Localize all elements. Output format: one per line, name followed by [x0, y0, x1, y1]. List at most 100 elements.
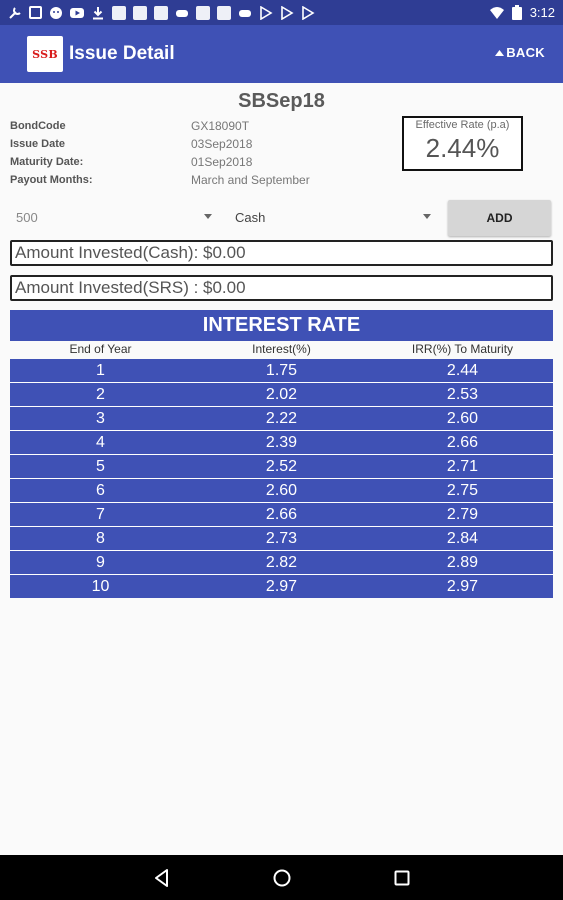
cell-interest: 2.66 — [265, 506, 298, 523]
issue-name: SBSep18 — [238, 90, 325, 112]
detail-row-bondcode: BondCode GX18090T — [10, 117, 390, 135]
back-label: BACK — [506, 45, 545, 60]
interest-rate-table: 1 1.75 2.44 2 2.02 2.53 3 2.22 2.60 4 2.39 2.66 … — [10, 359, 553, 598]
table-row: 1 1.75 2.44 — [10, 359, 553, 383]
column-header-year: End of Year — [69, 342, 132, 356]
status-bar: 3:12 — [0, 0, 563, 25]
detail-row-maturity-date: Maturity Date: 01Sep2018 — [10, 153, 390, 171]
detail-label: Issue Date — [10, 138, 66, 150]
cell-interest: 2.82 — [265, 554, 298, 571]
cell-irr: 2.60 — [446, 410, 479, 427]
cell-irr: 2.97 — [446, 578, 479, 595]
detail-value: 03Sep2018 — [191, 137, 253, 151]
screen: 3:12 SSB Issue Detail BACK SBSep18 BondC… — [0, 0, 563, 900]
amount-dropdown-value: 500 — [16, 209, 38, 225]
table-row: 6 2.60 2.75 — [10, 479, 553, 503]
cell-year: 1 — [96, 362, 105, 379]
thumbnail-icon — [133, 5, 147, 20]
nav-recents-icon[interactable] — [391, 867, 413, 889]
table-column-headers: End of Year Interest(%) IRR(%) To Maturi… — [10, 342, 553, 358]
clock: 3:12 — [529, 5, 555, 20]
nav-back-icon[interactable] — [151, 867, 173, 889]
detail-value: 01Sep2018 — [191, 155, 253, 169]
cell-irr: 2.89 — [446, 554, 479, 571]
cell-year: 7 — [96, 506, 105, 523]
cell-interest: 2.97 — [265, 578, 298, 595]
interest-rate-header: INTEREST RATE — [10, 310, 553, 341]
thumbnail-icon — [217, 5, 231, 20]
navigation-bar — [0, 855, 563, 900]
play-store-icon — [281, 5, 294, 20]
youtube-icon — [70, 7, 84, 18]
column-header-irr: IRR(%) To Maturity — [411, 342, 514, 356]
back-button[interactable]: BACK — [495, 45, 545, 60]
system-status: 3:12 — [489, 5, 555, 20]
effective-rate-value: 2.44% — [425, 133, 500, 163]
cell-interest: 2.73 — [265, 530, 298, 547]
nav-home-icon[interactable] — [271, 867, 293, 889]
cell-year: 2 — [96, 386, 105, 403]
cell-interest: 2.22 — [265, 410, 298, 427]
detail-value: March and September — [191, 173, 310, 187]
issue-details: BondCode GX18090T Issue Date 03Sep2018 M… — [10, 117, 390, 189]
image-icon — [29, 6, 42, 19]
amount-dropdown[interactable]: 500 — [16, 204, 212, 230]
app-logo-text: SSB — [32, 47, 58, 61]
play-store-icon — [302, 5, 315, 20]
cell-irr: 2.84 — [446, 530, 479, 547]
table-row: 2 2.02 2.53 — [10, 383, 553, 407]
cell-year: 6 — [96, 482, 105, 499]
add-button[interactable]: ADD — [448, 200, 551, 236]
download-icon — [93, 6, 103, 19]
detail-label: BondCode — [10, 120, 66, 132]
wifi-icon — [489, 6, 504, 19]
table-row: 7 2.66 2.79 — [10, 503, 553, 527]
emoji-icon — [50, 6, 62, 19]
detail-label: Payout Months: — [10, 174, 93, 186]
investment-type-value: Cash — [235, 209, 266, 225]
detail-label: Maturity Date: — [10, 156, 84, 168]
cell-year: 10 — [91, 578, 110, 595]
dropdown-arrow-icon — [204, 214, 212, 219]
effective-rate-box: Effective Rate (p.a) 2.44% — [402, 116, 523, 171]
table-row: 8 2.73 2.84 — [10, 527, 553, 551]
cell-year: 4 — [96, 434, 105, 451]
cell-irr: 2.71 — [446, 458, 479, 475]
cell-year: 8 — [96, 530, 105, 547]
detail-value: GX18090T — [191, 119, 250, 133]
cell-year: 3 — [96, 410, 105, 427]
cell-irr: 2.66 — [446, 434, 479, 451]
cell-interest: 2.60 — [265, 482, 298, 499]
cell-year: 9 — [96, 554, 105, 571]
detail-row-issue-date: Issue Date 03Sep2018 — [10, 135, 390, 153]
cell-interest: 2.39 — [265, 434, 298, 451]
game-icon — [176, 9, 188, 17]
cell-irr: 2.75 — [446, 482, 479, 499]
thumbnail-icon — [196, 5, 210, 20]
effective-rate-label: Effective Rate (p.a) — [415, 119, 510, 131]
table-row: 9 2.82 2.89 — [10, 551, 553, 575]
play-store-icon — [260, 5, 273, 20]
cell-interest: 1.75 — [265, 362, 298, 379]
table-row: 10 2.97 2.97 — [10, 575, 553, 598]
thumbnail-icon — [112, 5, 126, 20]
app-logo: SSB — [27, 36, 63, 72]
column-header-interest: Interest(%) — [252, 342, 311, 356]
table-row: 4 2.39 2.66 — [10, 431, 553, 455]
app-bar: SSB Issue Detail BACK — [0, 25, 563, 83]
battery-icon — [511, 5, 522, 20]
page-title: Issue Detail — [69, 43, 175, 64]
caret-up-icon — [495, 49, 505, 56]
table-row: 5 2.52 2.71 — [10, 455, 553, 479]
game-icon — [239, 9, 251, 17]
amount-invested-cash-field[interactable]: Amount Invested(Cash): $0.00 — [10, 240, 553, 266]
cell-irr: 2.79 — [446, 506, 479, 523]
cell-interest: 2.52 — [265, 458, 298, 475]
wrench-icon — [9, 6, 21, 19]
amount-invested-srs-field[interactable]: Amount Invested(SRS) : $0.00 — [10, 275, 553, 301]
cell-interest: 2.02 — [265, 386, 298, 403]
notification-icons — [8, 5, 315, 20]
cell-irr: 2.44 — [446, 362, 479, 379]
investment-type-dropdown[interactable]: Cash — [235, 204, 431, 230]
table-row: 3 2.22 2.60 — [10, 407, 553, 431]
